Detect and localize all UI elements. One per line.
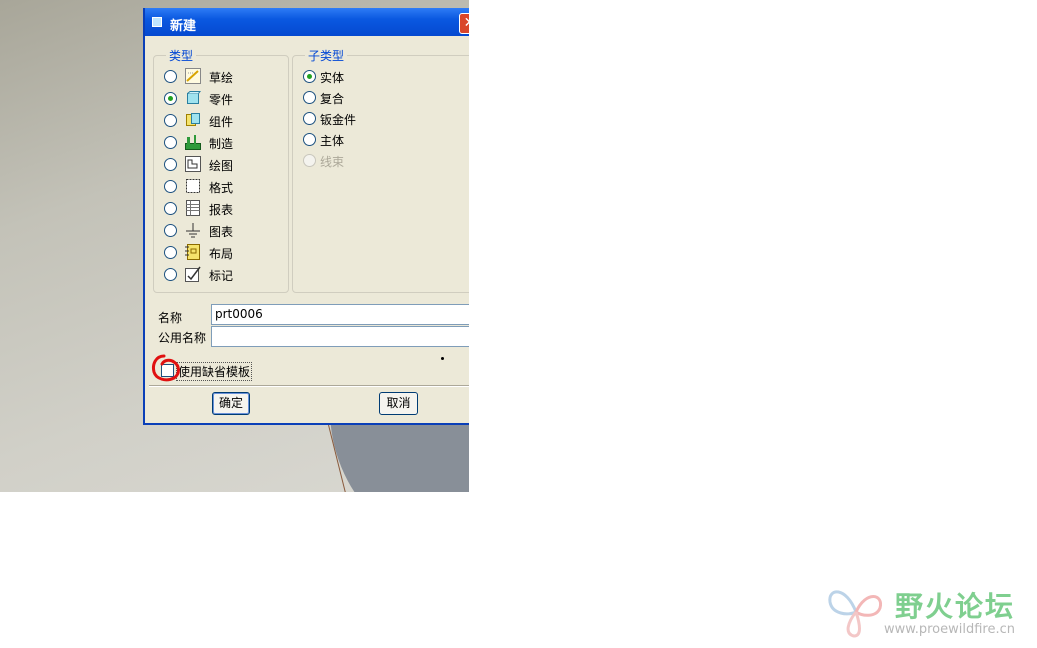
- name-input[interactable]: prt0006: [211, 304, 469, 325]
- type-option-markup[interactable]: 标记: [164, 266, 284, 286]
- watermark-url: www.proewildfire.cn: [884, 622, 1015, 637]
- subtype-option-bulk[interactable]: 主体: [303, 131, 403, 151]
- type-option-layout[interactable]: 布局: [164, 244, 284, 264]
- type-option-part[interactable]: 零件: [164, 90, 284, 110]
- radio-button[interactable]: [303, 133, 316, 146]
- radio-button[interactable]: [303, 91, 316, 104]
- subtype-option-label: 钣金件: [320, 113, 357, 127]
- layout-icon: [185, 244, 201, 260]
- drawing-icon: [185, 156, 201, 172]
- manufacturing-icon: [185, 134, 201, 150]
- report-icon: [185, 200, 201, 216]
- type-option-label: 标记: [209, 269, 234, 283]
- type-option-manufacturing[interactable]: 制造: [164, 134, 284, 154]
- markup-icon: [185, 266, 201, 282]
- radio-button[interactable]: [164, 224, 177, 237]
- subtype-option-sheetmetal[interactable]: 钣金件: [303, 110, 403, 130]
- type-group-label: 类型: [169, 49, 194, 63]
- type-option-diagram[interactable]: 图表: [164, 222, 284, 242]
- dot-marker: [441, 357, 444, 360]
- type-option-assembly[interactable]: 组件: [164, 112, 284, 132]
- screenshot-region: 新建 ✕ 类型 草绘 零件 组件: [0, 0, 469, 492]
- type-option-report[interactable]: 报表: [164, 200, 284, 220]
- window-icon: [152, 17, 162, 27]
- name-label: 名称: [158, 311, 183, 325]
- dialog-titlebar[interactable]: 新建 ✕: [145, 8, 469, 36]
- subtype-option-label: 线束: [320, 155, 345, 169]
- type-option-label: 制造: [209, 137, 234, 151]
- type-option-label: 草绘: [209, 71, 234, 85]
- type-option-label: 绘图: [209, 159, 234, 173]
- dialog-title: 新建: [170, 19, 197, 34]
- subtype-option-label: 主体: [320, 134, 345, 148]
- type-option-format[interactable]: 格式: [164, 178, 284, 198]
- common-name-input[interactable]: [211, 326, 469, 347]
- new-file-dialog: 新建 ✕ 类型 草绘 零件 组件: [143, 8, 469, 425]
- radio-button[interactable]: [164, 180, 177, 193]
- format-icon: [185, 178, 201, 194]
- default-template-label[interactable]: 使用缺省模板: [176, 362, 253, 381]
- radio-button[interactable]: [303, 70, 316, 83]
- watermark-title: 野火论坛: [895, 590, 1016, 623]
- radio-button[interactable]: [164, 136, 177, 149]
- assembly-icon: [185, 112, 201, 128]
- radio-button[interactable]: [303, 112, 316, 125]
- ok-button[interactable]: 确定: [212, 392, 250, 415]
- butterfly-logo-icon: [828, 590, 883, 638]
- close-button[interactable]: ✕: [459, 13, 469, 34]
- subtype-option-label: 实体: [320, 71, 345, 85]
- type-option-sketch[interactable]: 草绘: [164, 68, 284, 88]
- part-icon: [185, 90, 201, 106]
- type-option-label: 组件: [209, 115, 234, 129]
- subtype-option-solid[interactable]: 实体: [303, 68, 403, 88]
- subtype-group-label: 子类型: [308, 49, 345, 63]
- type-option-label: 图表: [209, 225, 234, 239]
- type-option-drawing[interactable]: 绘图: [164, 156, 284, 176]
- sketch-icon: [185, 68, 201, 84]
- radio-button[interactable]: [164, 114, 177, 127]
- type-option-label: 布局: [209, 247, 234, 261]
- radio-button[interactable]: [164, 70, 177, 83]
- radio-button[interactable]: [164, 268, 177, 281]
- dialog-separator: [149, 385, 469, 387]
- type-option-label: 零件: [209, 93, 234, 107]
- type-option-label: 报表: [209, 203, 234, 217]
- radio-button[interactable]: [164, 246, 177, 259]
- diagram-icon: [185, 222, 201, 238]
- type-option-label: 格式: [209, 181, 234, 195]
- subtype-option-harness: 线束: [303, 152, 403, 172]
- cancel-button[interactable]: 取消: [379, 392, 418, 415]
- subtype-option-label: 复合: [320, 92, 345, 106]
- subtype-option-composite[interactable]: 复合: [303, 89, 403, 109]
- radio-button: [303, 154, 316, 167]
- red-annotation-circle: [152, 354, 180, 382]
- radio-button[interactable]: [164, 158, 177, 171]
- radio-button[interactable]: [164, 92, 177, 105]
- common-name-label: 公用名称: [158, 331, 207, 345]
- radio-button[interactable]: [164, 202, 177, 215]
